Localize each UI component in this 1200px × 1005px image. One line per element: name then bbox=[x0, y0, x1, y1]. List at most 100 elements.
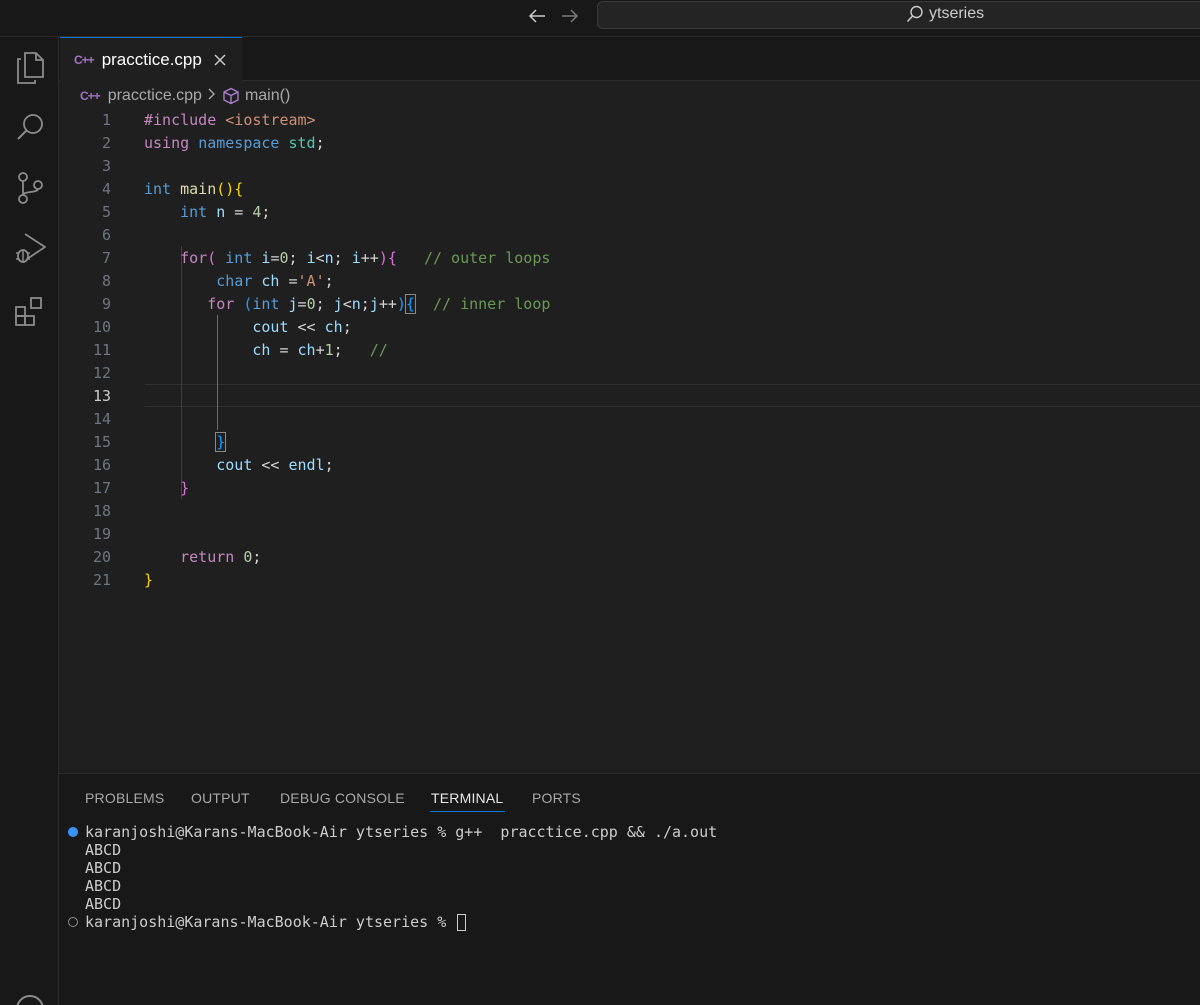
close-tab-button[interactable] bbox=[214, 54, 226, 66]
breadcrumb-file[interactable]: pracctice.cpp bbox=[108, 87, 202, 105]
code-token: cout bbox=[144, 455, 262, 474]
go-forward-button[interactable] bbox=[556, 4, 584, 28]
code-line[interactable]: 6 bbox=[59, 223, 1200, 246]
code-token: ) bbox=[396, 294, 406, 313]
code-line[interactable]: 13 bbox=[59, 384, 1200, 407]
code-line[interactable]: 8 char ch ='A'; bbox=[59, 269, 1200, 292]
source-control-button[interactable] bbox=[12, 170, 48, 206]
tab-problems[interactable]: PROBLEMS bbox=[85, 790, 164, 806]
code-token: = bbox=[297, 294, 307, 313]
search-icon bbox=[906, 5, 923, 23]
code-token: ; bbox=[333, 340, 370, 359]
code-line[interactable]: 7 for( int i=0; i<n; i++){ // outer loop… bbox=[59, 246, 1200, 269]
code-token: ( bbox=[207, 248, 226, 267]
code-token: ch bbox=[324, 317, 343, 336]
code-line[interactable]: 1 #include <iostream> bbox=[59, 108, 1200, 131]
code-text: return 0; bbox=[144, 548, 261, 566]
command-center-search[interactable]: ytseries bbox=[597, 1, 1200, 29]
line-number: 8 bbox=[101, 271, 111, 290]
cpp-file-icon: C++ bbox=[80, 89, 101, 103]
code-text: for( int i=0; i<n; i++){ // outer loops bbox=[144, 249, 550, 267]
tab-debug-console[interactable]: DEBUG CONSOLE bbox=[280, 790, 405, 806]
go-back-button[interactable] bbox=[523, 4, 551, 28]
run-debug-button[interactable] bbox=[12, 230, 48, 266]
code-token: ++ bbox=[378, 294, 397, 313]
explorer-button[interactable] bbox=[12, 50, 48, 86]
search-view-button[interactable] bbox=[12, 109, 48, 145]
line-number: 18 bbox=[92, 501, 111, 520]
arrow-right-icon bbox=[562, 9, 579, 23]
code-line[interactable]: 14 bbox=[59, 407, 1200, 430]
code-editor[interactable]: 1 #include <iostream> 2 using namespace std… bbox=[59, 108, 1200, 773]
tab-pracctice-cpp[interactable]: C++ pracctice.cpp bbox=[60, 37, 242, 82]
code-text: } bbox=[144, 431, 227, 452]
code-line[interactable]: 12 bbox=[59, 361, 1200, 384]
line-number: 11 bbox=[92, 340, 111, 359]
code-token: << bbox=[297, 317, 325, 336]
line-number: 14 bbox=[92, 409, 111, 428]
line-number: 2 bbox=[101, 133, 111, 152]
breadcrumb: C++ pracctice.cpp main() bbox=[80, 84, 290, 108]
code-line[interactable]: 4 int main(){ bbox=[59, 177, 1200, 200]
code-token: namespace bbox=[198, 133, 289, 152]
code-text: using namespace std; bbox=[144, 134, 325, 152]
code-token: 'A' bbox=[297, 271, 325, 290]
code-token: ; bbox=[315, 294, 334, 313]
terminal-cursor[interactable] bbox=[457, 914, 467, 931]
code-line[interactable]: 17 } bbox=[59, 476, 1200, 499]
files-icon bbox=[17, 52, 44, 84]
run-debug-icon bbox=[16, 233, 46, 263]
code-token: + bbox=[315, 340, 325, 359]
terminal-output[interactable]: karanjoshi@Karans-MacBook-Air ytseries %… bbox=[85, 823, 717, 931]
close-icon bbox=[214, 54, 226, 66]
line-number: 6 bbox=[101, 225, 111, 244]
code-line[interactable]: 9 for (int j=0; j<n;j++){ // inner loop bbox=[59, 292, 1200, 315]
code-token: ; bbox=[360, 294, 370, 313]
code-token: int bbox=[144, 202, 217, 221]
code-line[interactable]: 19 bbox=[59, 522, 1200, 545]
tab-output[interactable]: OUTPUT bbox=[191, 790, 250, 806]
accounts-button[interactable] bbox=[16, 995, 44, 1005]
terminal-output-line: ABCD bbox=[85, 841, 122, 859]
line-number: 17 bbox=[92, 478, 111, 497]
code-token: ; bbox=[252, 547, 262, 566]
terminal-output-line: ABCD bbox=[85, 895, 122, 913]
extensions-icon bbox=[15, 297, 42, 326]
code-line[interactable]: 3 bbox=[59, 154, 1200, 177]
breadcrumb-symbol[interactable]: main() bbox=[245, 87, 290, 105]
terminal-output-line: ABCD bbox=[85, 859, 122, 877]
code-line[interactable]: 10 cout << ch; bbox=[59, 315, 1200, 338]
code-token: 1 bbox=[324, 340, 334, 359]
extensions-button[interactable] bbox=[12, 293, 48, 329]
code-line[interactable]: 16 cout << endl; bbox=[59, 453, 1200, 476]
line-number: 4 bbox=[101, 179, 111, 198]
code-token: ; bbox=[342, 317, 352, 336]
code-line[interactable]: 20 return 0; bbox=[59, 545, 1200, 568]
code-token: int bbox=[144, 179, 181, 198]
code-token: <iostream> bbox=[225, 110, 316, 129]
code-text: int n = 4; bbox=[144, 203, 270, 221]
tab-terminal[interactable]: TERMINAL bbox=[431, 790, 503, 806]
code-token: int bbox=[252, 294, 289, 313]
code-token: ; bbox=[324, 271, 334, 290]
code-token: ch bbox=[261, 271, 280, 290]
line-number: 1 bbox=[101, 110, 111, 129]
code-token: j bbox=[369, 294, 379, 313]
code-token: ; bbox=[315, 133, 325, 152]
code-line[interactable]: 11 ch = ch+1; // bbox=[59, 338, 1200, 361]
code-token: for bbox=[144, 294, 244, 313]
code-line[interactable]: 21} bbox=[59, 568, 1200, 591]
code-token: ){ bbox=[378, 248, 397, 267]
code-token: < bbox=[342, 294, 352, 313]
terminal-prompt-line: karanjoshi@Karans-MacBook-Air ytseries % bbox=[85, 913, 717, 931]
line-number: 7 bbox=[101, 248, 111, 267]
code-token: cout bbox=[144, 317, 298, 336]
code-line[interactable]: 2 using namespace std; bbox=[59, 131, 1200, 154]
code-token: main bbox=[180, 179, 217, 198]
tab-ports[interactable]: PORTS bbox=[532, 790, 581, 806]
code-line[interactable]: 18 bbox=[59, 499, 1200, 522]
code-line[interactable]: 15 } bbox=[59, 430, 1200, 453]
code-line[interactable]: 5 int n = 4; bbox=[59, 200, 1200, 223]
line-number: 20 bbox=[92, 547, 111, 566]
